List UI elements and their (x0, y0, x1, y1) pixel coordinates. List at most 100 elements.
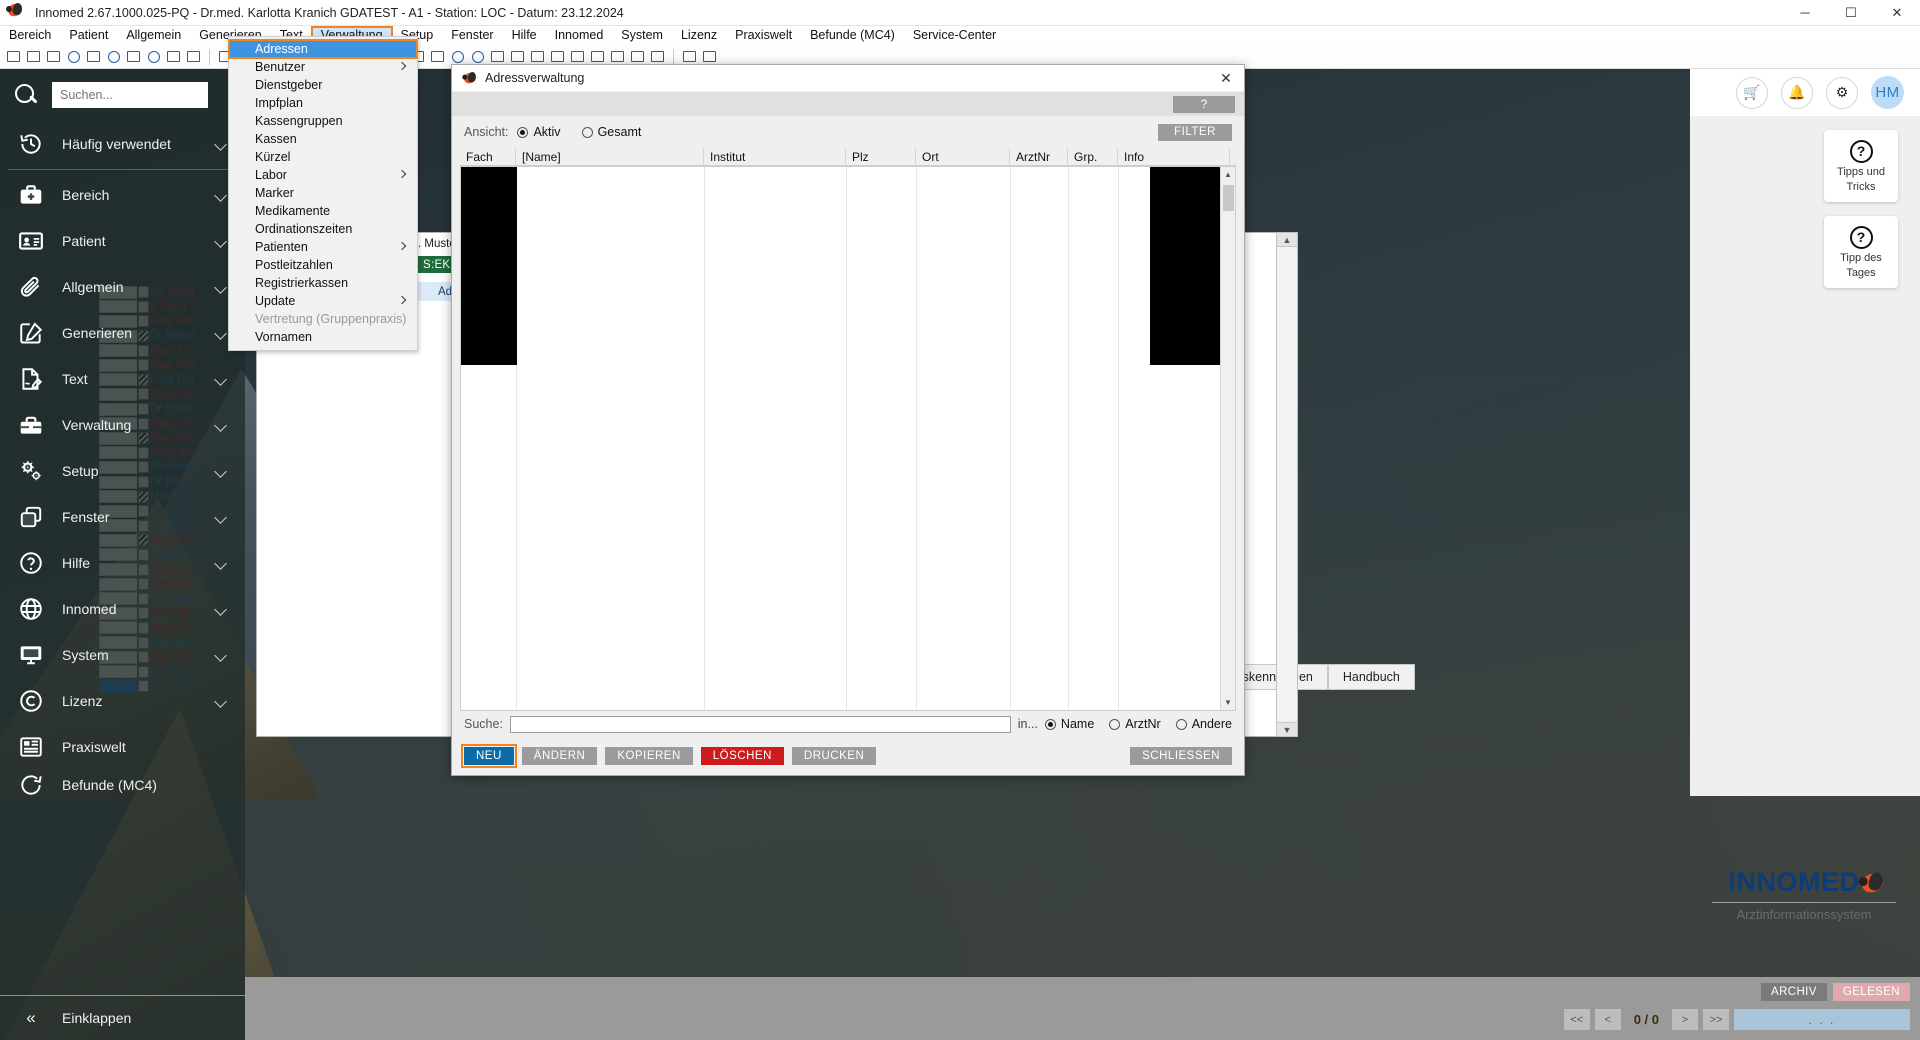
radio-name[interactable]: Name (1044, 717, 1094, 731)
toolbar-icon-25[interactable] (469, 48, 486, 65)
tipp-des-tages-card[interactable]: ? Tipp des Tages (1824, 216, 1898, 288)
sidebar-item-praxiswelt[interactable]: Praxiswelt (0, 724, 245, 770)
menu-item-praxiswelt[interactable]: Praxiswelt (726, 27, 801, 44)
gear-icon[interactable]: ⚙ (1826, 76, 1858, 109)
radio-gesamt[interactable]: Gesamt (581, 125, 641, 139)
dropdown-item-medikamente[interactable]: Medikamente (229, 202, 417, 220)
help-button[interactable]: ? (1173, 95, 1235, 113)
sidebar-item-generieren[interactable]: Generieren (0, 310, 245, 356)
slim-panel-up-icon[interactable]: ▲ (1277, 233, 1297, 247)
suche-input[interactable] (509, 715, 1011, 733)
dropdown-item-labor[interactable]: Labor (229, 166, 417, 184)
dropdown-item-patienten[interactable]: Patienten (229, 238, 417, 256)
toolbar-icon-26[interactable] (489, 48, 506, 65)
tab-handbuch[interactable]: Handbuch (1327, 664, 1415, 690)
sidebar-item-system[interactable]: System (0, 632, 245, 678)
next-page-button[interactable]: > (1672, 1009, 1698, 1030)
column-header-info[interactable]: Info (1118, 148, 1230, 166)
button-neu[interactable]: NEU (461, 744, 517, 768)
toolbar-icon-9[interactable] (165, 48, 182, 65)
scroll-down-icon[interactable]: ▼ (1221, 695, 1235, 710)
status-wide-field[interactable]: . . . (1734, 1009, 1910, 1030)
close-icon[interactable]: ✕ (1208, 65, 1244, 92)
sidebar-item-innomed[interactable]: Innomed (0, 586, 245, 632)
button-l-schen[interactable]: LÖSCHEN (700, 747, 784, 765)
toolbar-icon-6[interactable] (105, 48, 122, 65)
dropdown-item-registrierkassen[interactable]: Registrierkassen (229, 274, 417, 292)
toolbar-icon-5[interactable] (85, 48, 102, 65)
sidebar-item-bereich[interactable]: Bereich (0, 172, 245, 218)
toolbar-icon-2[interactable] (25, 48, 42, 65)
sidebar-item-patient[interactable]: Patient (0, 218, 245, 264)
bell-icon[interactable]: 🔔 (1781, 76, 1813, 109)
radio-andere[interactable]: Andere (1175, 717, 1232, 731)
sidebar-collapse-button[interactable]: « Einklappen (0, 996, 245, 1040)
filter-button[interactable]: FILTER (1158, 123, 1232, 141)
toolbar-icon-23[interactable] (429, 48, 446, 65)
search-input[interactable] (52, 82, 208, 108)
toolbar-icon-37[interactable] (701, 48, 718, 65)
table-vertical-scrollbar[interactable]: ▲ ▼ (1220, 167, 1235, 710)
toolbar-icon-29[interactable] (549, 48, 566, 65)
cart-icon[interactable]: 🛒 (1736, 76, 1768, 109)
menu-item-hilfe[interactable]: Hilfe (503, 27, 546, 44)
menu-item-befunde-mc4[interactable]: Befunde (MC4) (801, 27, 904, 44)
button-drucken[interactable]: DRUCKEN (791, 747, 877, 765)
toolbar-icon-8[interactable] (145, 48, 162, 65)
address-table-body[interactable]: ▲ ▼ (460, 166, 1236, 711)
toolbar-icon-31[interactable] (589, 48, 606, 65)
menu-item-fenster[interactable]: Fenster (442, 27, 502, 44)
dropdown-item-adressen[interactable]: Adressen (228, 39, 418, 59)
maximize-button[interactable]: ☐ (1828, 0, 1874, 26)
button-kopieren[interactable]: KOPIEREN (605, 747, 693, 765)
toolbar-icon-28[interactable] (529, 48, 546, 65)
toolbar-icon-3[interactable] (45, 48, 62, 65)
menu-item-system[interactable]: System (612, 27, 672, 44)
button-ndern[interactable]: ÄNDERN (521, 747, 598, 765)
column-header-institut[interactable]: Institut (704, 148, 846, 166)
sidebar-item-haeufig-verwendet[interactable]: Häufig verwendet (0, 121, 245, 167)
sidebar-item-lizenz[interactable]: Lizenz (0, 678, 245, 724)
menu-item-innomed[interactable]: Innomed (546, 27, 613, 44)
column-header-plz[interactable]: Plz (846, 148, 916, 166)
avatar[interactable]: HM (1871, 76, 1904, 109)
toolbar-icon-7[interactable] (125, 48, 142, 65)
sidebar-item-text[interactable]: Text (0, 356, 245, 402)
toolbar-icon-24[interactable] (449, 48, 466, 65)
toolbar-icon-27[interactable] (509, 48, 526, 65)
sidebar-item-fenster[interactable]: Fenster (0, 494, 245, 540)
dropdown-item-kassen[interactable]: Kassen (229, 130, 417, 148)
dropdown-item-benutzer[interactable]: Benutzer (229, 58, 417, 76)
button-schliessen[interactable]: SCHLIESSEN (1130, 747, 1232, 765)
status-badge-gelesen[interactable]: GELESEN (1832, 983, 1910, 1001)
menu-item-allgemein[interactable]: Allgemein (117, 27, 190, 44)
menu-item-patient[interactable]: Patient (60, 27, 117, 44)
menu-item-service-center[interactable]: Service-Center (904, 27, 1005, 44)
dropdown-item-k-rzel[interactable]: Kürzel (229, 148, 417, 166)
radio-arztnr[interactable]: ArztNr (1109, 717, 1161, 731)
sidebar-item-hilfe[interactable]: Hilfe (0, 540, 245, 586)
last-page-button[interactable]: >> (1703, 1009, 1729, 1030)
menu-item-bereich[interactable]: Bereich (0, 27, 60, 44)
toolbar-icon-1[interactable] (5, 48, 22, 65)
slim-panel-down-icon[interactable]: ▼ (1277, 722, 1297, 736)
dropdown-item-vornamen[interactable]: Vornamen (229, 328, 417, 346)
dropdown-item-kassengruppen[interactable]: Kassengruppen (229, 112, 417, 130)
toolbar-icon-10[interactable] (185, 48, 202, 65)
dropdown-item-dienstgeber[interactable]: Dienstgeber (229, 76, 417, 94)
dropdown-item-marker[interactable]: Marker (229, 184, 417, 202)
dropdown-item-impfplan[interactable]: Impfplan (229, 94, 417, 112)
scrollbar-thumb[interactable] (1223, 185, 1234, 211)
prev-page-button[interactable]: < (1594, 1009, 1621, 1030)
toolbar-icon-34[interactable] (649, 48, 666, 65)
toolbar-icon-32[interactable] (609, 48, 626, 65)
column-header-grp[interactable]: Grp. (1068, 148, 1118, 166)
minimize-button[interactable]: ─ (1782, 0, 1828, 26)
sidebar-item-allgemein[interactable]: Allgemein (0, 264, 245, 310)
first-page-button[interactable]: << (1563, 1009, 1590, 1030)
tipps-und-tricks-card[interactable]: ? Tipps und Tricks (1824, 130, 1898, 202)
sidebar-item-befunde-mc4[interactable]: Befunde (MC4) (0, 770, 245, 800)
sidebar-item-setup[interactable]: Setup (0, 448, 245, 494)
dropdown-item-ordinationszeiten[interactable]: Ordinationszeiten (229, 220, 417, 238)
toolbar-icon-30[interactable] (569, 48, 586, 65)
